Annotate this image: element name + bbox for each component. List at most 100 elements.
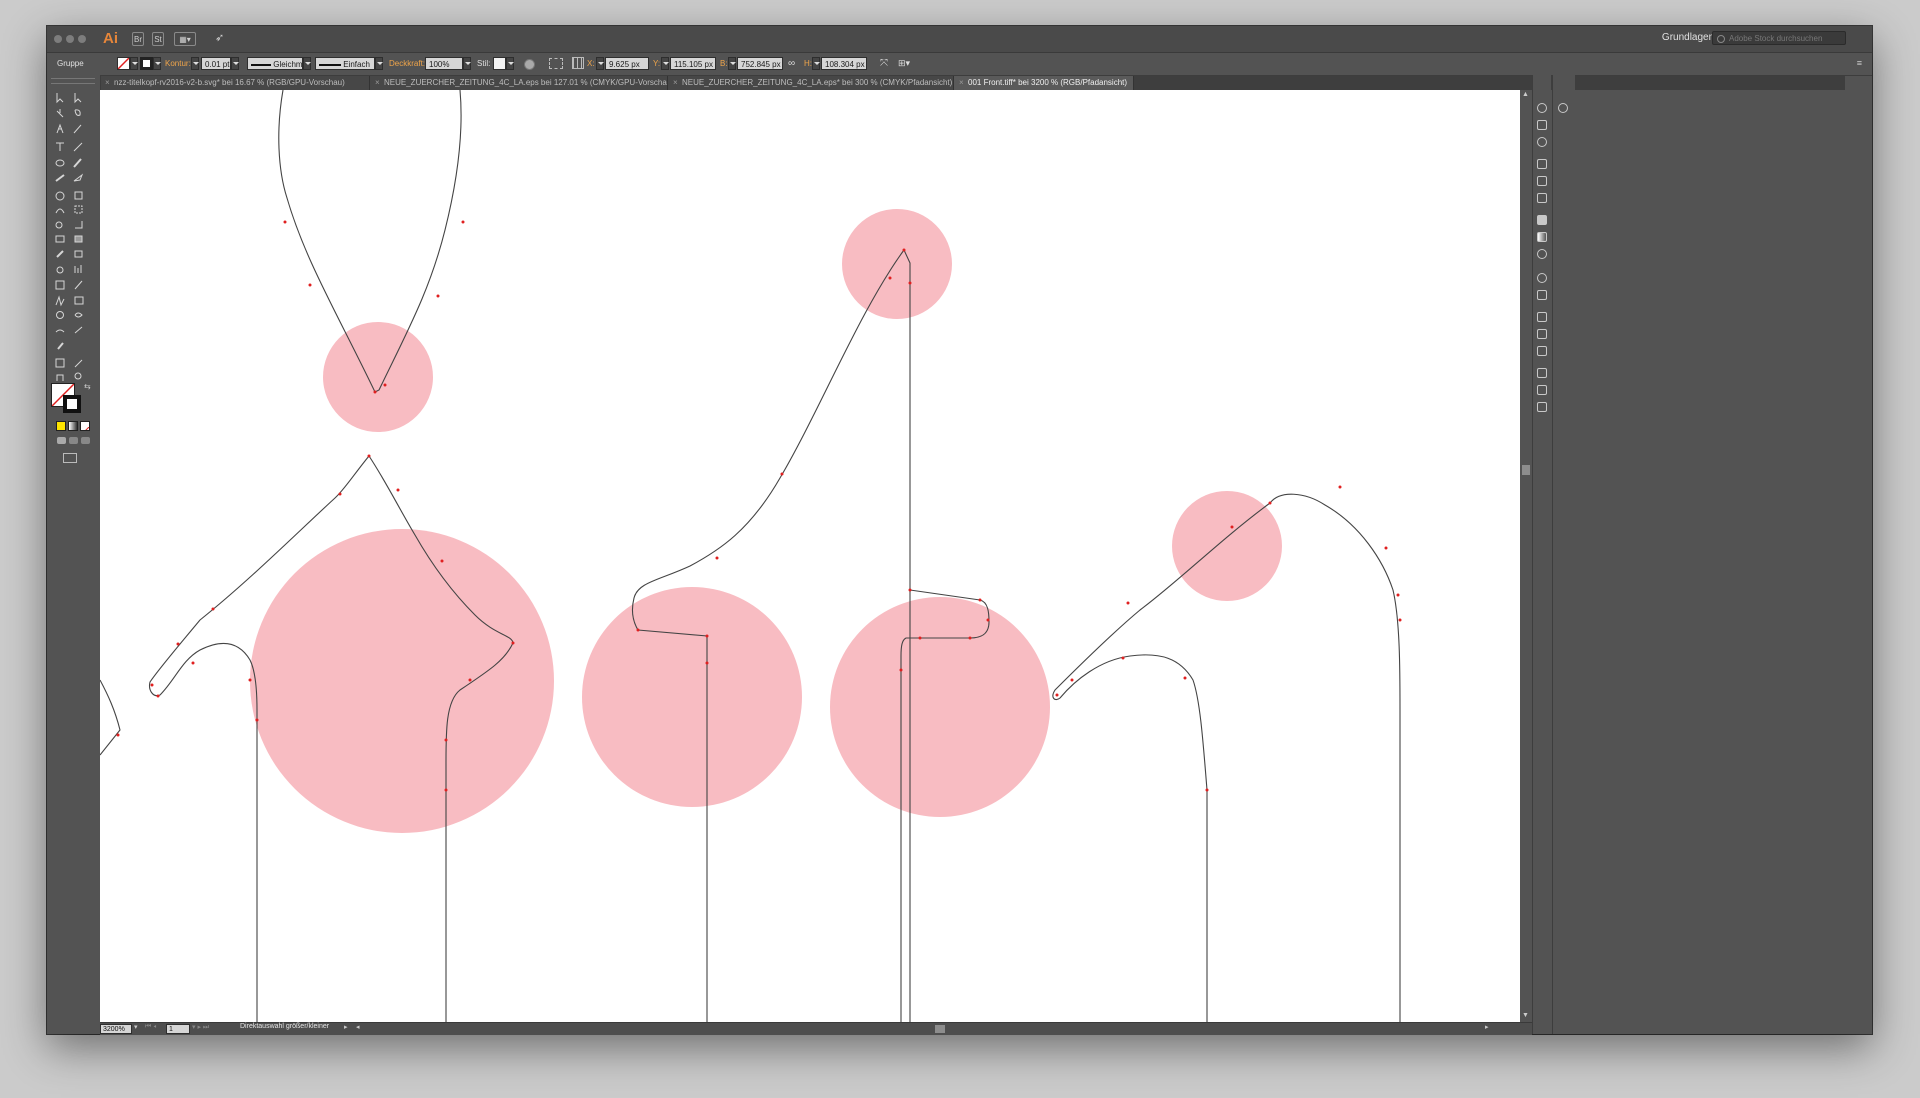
- transform-panel-icon[interactable]: [1537, 368, 1547, 378]
- height-stepper[interactable]: [812, 57, 820, 70]
- x-position-field[interactable]: 9.625 px: [605, 57, 649, 70]
- stroke-swatch[interactable]: [140, 57, 153, 70]
- appearance-icon[interactable]: [1537, 193, 1547, 203]
- tools-panel-grip[interactable]: [51, 78, 95, 84]
- style-dropdown[interactable]: [506, 57, 514, 70]
- status-menu-icon[interactable]: ▸: [344, 1023, 348, 1031]
- layers-icon[interactable]: [1537, 329, 1547, 339]
- reference-point-icon[interactable]: [572, 57, 584, 69]
- zoom-dropdown-icon[interactable]: ▾: [134, 1023, 138, 1031]
- symbols-icon[interactable]: [1537, 159, 1547, 169]
- path-segment[interactable]: [1269, 493, 1401, 1022]
- brush-dropdown[interactable]: [375, 57, 383, 70]
- anchor-point: [918, 636, 922, 640]
- fill-dropdown[interactable]: [130, 57, 138, 70]
- vertical-scroll-thumb[interactable]: [1522, 465, 1530, 475]
- anchor-point: [150, 683, 154, 687]
- panel-menu-icon[interactable]: ≡: [1857, 58, 1862, 68]
- anchor-point: [255, 718, 259, 722]
- artboard-prev-icon[interactable]: ⏮ ◂: [145, 1023, 156, 1031]
- highlight-circle[interactable]: [323, 322, 433, 432]
- path-segment[interactable]: [100, 679, 121, 756]
- artboard-number-field[interactable]: 1: [166, 1024, 190, 1034]
- scroll-right-icon[interactable]: ▸: [1485, 1023, 1489, 1031]
- brush-definition[interactable]: Einfach: [315, 57, 375, 70]
- scroll-down-icon[interactable]: ▼: [1522, 1012, 1529, 1019]
- transparency-icon[interactable]: [1537, 249, 1547, 259]
- export-icon[interactable]: [1537, 312, 1547, 322]
- none-mode-icon[interactable]: [80, 421, 90, 431]
- draw-inside-icon[interactable]: [81, 437, 90, 444]
- highlight-circle[interactable]: [842, 209, 952, 319]
- brushes-icon[interactable]: [1537, 137, 1547, 147]
- constrain-proportions-icon[interactable]: ∞: [788, 58, 795, 69]
- highlight-circle[interactable]: [250, 529, 554, 833]
- tab-document-3[interactable]: × NEUE_ZUERCHER_ZEITUNG_4C_LA.eps* bei 30…: [668, 76, 954, 90]
- close-tab-icon[interactable]: ×: [375, 76, 380, 90]
- profile-dropdown[interactable]: [303, 57, 311, 70]
- isolate-group-icon[interactable]: ⊞▾: [898, 58, 910, 69]
- draw-behind-icon[interactable]: [69, 437, 78, 444]
- gradient-mode-icon[interactable]: [68, 421, 78, 431]
- artboard-next-icon[interactable]: ▾ ▸ ⏭: [192, 1023, 209, 1032]
- variable-width-profile[interactable]: Gleichm.: [247, 57, 303, 70]
- stroke-panel-icon[interactable]: [1537, 215, 1547, 225]
- swap-colors-icon[interactable]: ⇆: [84, 382, 91, 391]
- stroke-weight-dropdown[interactable]: [231, 57, 239, 70]
- libraries-icon[interactable]: [1558, 103, 1568, 113]
- align-to-icon[interactable]: [549, 58, 563, 69]
- links-icon[interactable]: [1537, 402, 1547, 412]
- y-position-field[interactable]: 115.105 px: [670, 57, 716, 70]
- scroll-up-icon[interactable]: ▲: [1522, 91, 1529, 98]
- highlight-circle[interactable]: [830, 597, 1050, 817]
- screen-mode-icon[interactable]: [63, 453, 77, 463]
- line-tool-icon: [73, 142, 83, 152]
- minimize-window-button[interactable]: [66, 35, 74, 43]
- scroll-left-icon[interactable]: ◂: [356, 1023, 360, 1031]
- y-stepper[interactable]: [661, 57, 669, 70]
- tab-document-4[interactable]: × 001 Front.tiff* bei 3200 % (RGB/Pfadans…: [954, 76, 1134, 90]
- arrange-documents-icon[interactable]: ▦▾: [174, 32, 196, 46]
- stroke-color-box[interactable]: [63, 395, 81, 413]
- publish-icon[interactable]: ➶: [215, 31, 224, 44]
- opacity-field[interactable]: 100%: [425, 57, 463, 70]
- transform-icon[interactable]: ⤧: [880, 58, 888, 69]
- graphic-styles-icon[interactable]: [1537, 176, 1547, 186]
- tab-document-2[interactable]: × NEUE_ZUERCHER_ZEITUNG_4C_LA.eps bei 127…: [370, 76, 668, 90]
- close-tab-icon[interactable]: ×: [673, 76, 678, 90]
- width-stepper[interactable]: [728, 57, 736, 70]
- align-panel-icon[interactable]: [1537, 290, 1547, 300]
- color-mode-icon[interactable]: [56, 421, 66, 431]
- bridge-icon[interactable]: Br: [132, 32, 144, 46]
- vertical-scrollbar[interactable]: ▲ ▼: [1520, 90, 1532, 1022]
- artboard-canvas[interactable]: [100, 90, 1520, 1022]
- close-tab-icon[interactable]: ×: [105, 76, 110, 90]
- zoom-level-field[interactable]: 3200%: [100, 1024, 132, 1034]
- artboards-icon[interactable]: [1537, 346, 1547, 356]
- opacity-dropdown[interactable]: [463, 57, 471, 70]
- width-field[interactable]: 752.845 px: [737, 57, 783, 70]
- stroke-dropdown[interactable]: [153, 57, 161, 70]
- highlight-circle[interactable]: [582, 587, 802, 807]
- draw-mode-icon[interactable]: [57, 437, 66, 444]
- close-tab-icon[interactable]: ×: [959, 76, 964, 90]
- highlight-circle[interactable]: [1172, 491, 1282, 601]
- zoom-window-button[interactable]: [78, 35, 86, 43]
- graphic-style-swatch[interactable]: [493, 57, 506, 70]
- stroke-weight-field[interactable]: 0.01 pt: [201, 57, 231, 70]
- tab-document-1[interactable]: × nzz-titelkopf-rv2016-v2-b.svg* bei 16.6…: [100, 76, 370, 90]
- swatches-icon[interactable]: [1537, 120, 1547, 130]
- gradient-panel-icon[interactable]: [1537, 232, 1547, 242]
- height-field[interactable]: 108.304 px: [821, 57, 867, 70]
- fill-swatch[interactable]: [117, 57, 130, 70]
- recolor-artwork-icon[interactable]: [524, 59, 535, 70]
- stroke-weight-stepper[interactable]: [191, 57, 199, 70]
- stock-search-input[interactable]: Adobe Stock durchsuchen: [1712, 31, 1846, 45]
- stock-icon[interactable]: St: [152, 32, 164, 46]
- x-stepper[interactable]: [596, 57, 604, 70]
- pathfinder-icon[interactable]: [1537, 273, 1547, 283]
- close-window-button[interactable]: [54, 35, 62, 43]
- color-guide-icon[interactable]: [1537, 103, 1547, 113]
- align-objects-icon[interactable]: [1537, 385, 1547, 395]
- horizontal-scroll-thumb[interactable]: [935, 1025, 945, 1033]
